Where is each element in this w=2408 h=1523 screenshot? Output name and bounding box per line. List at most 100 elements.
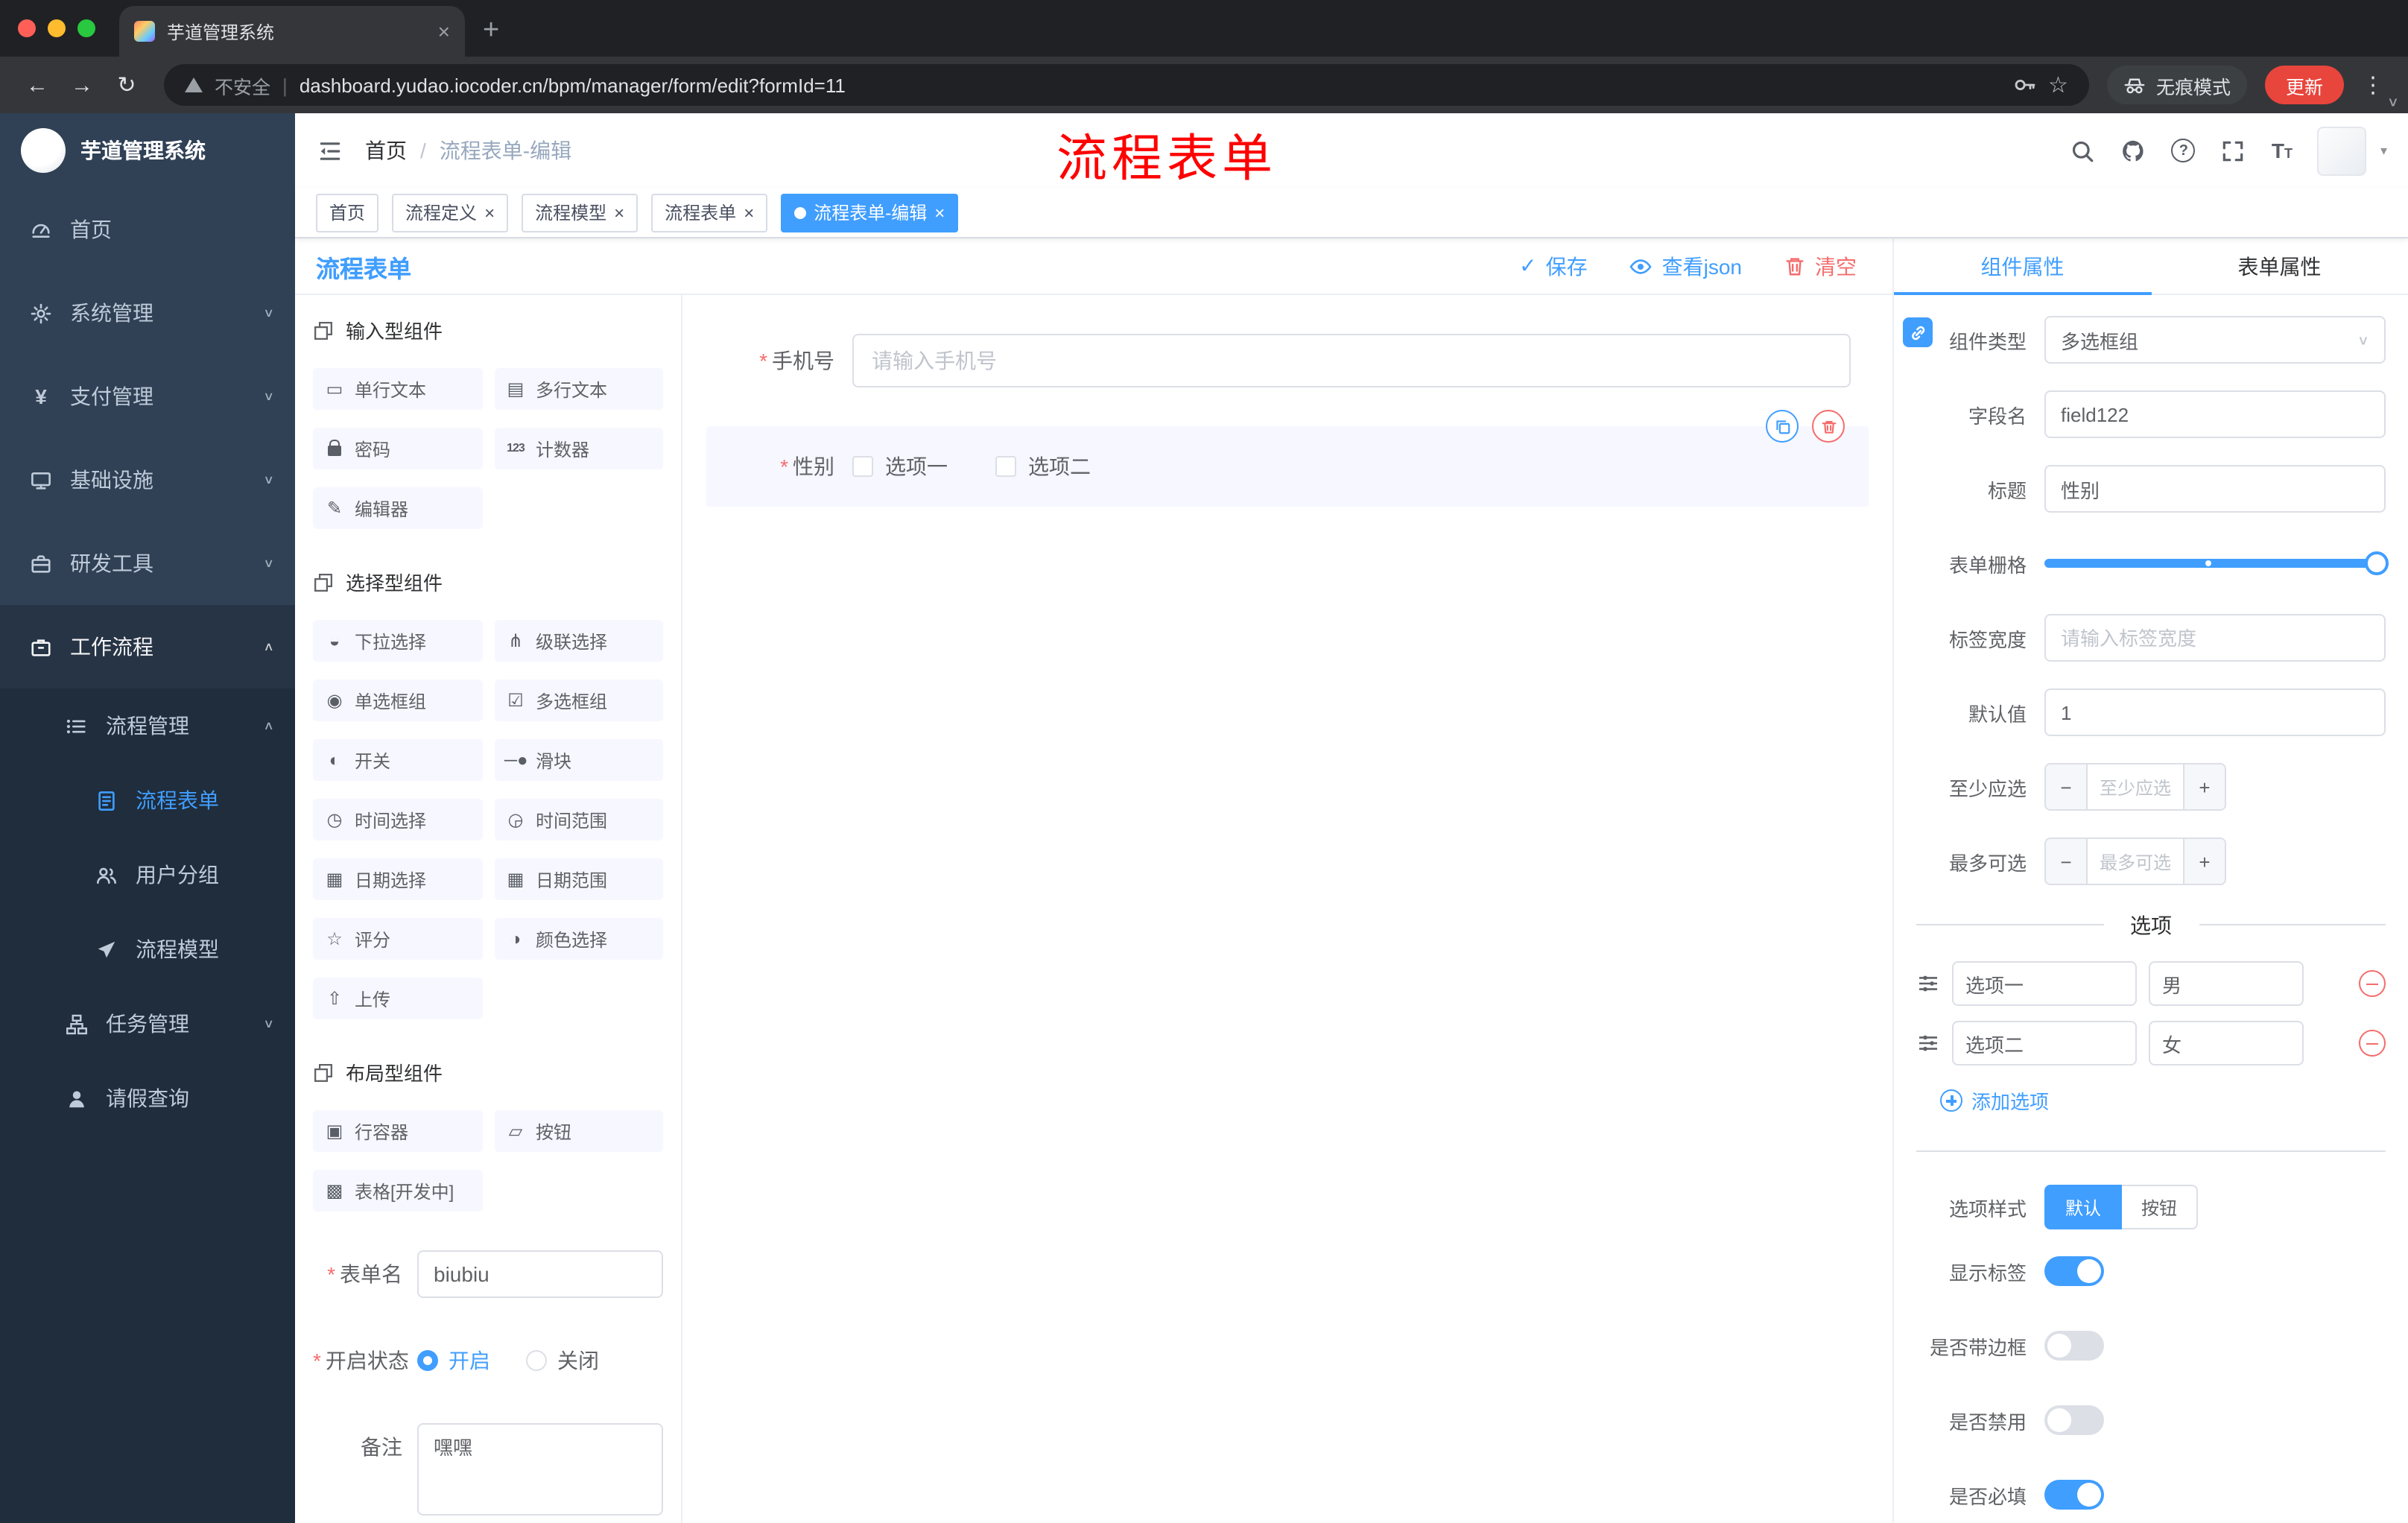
- palette-item-rate[interactable]: ☆ 评分: [313, 918, 482, 960]
- window-minimize-button[interactable]: [48, 19, 66, 37]
- component-type-select[interactable]: 多选框组 ∨: [2044, 316, 2386, 364]
- password-key-icon[interactable]: [2012, 73, 2036, 97]
- avatar-caret-icon[interactable]: ▾: [2380, 142, 2387, 159]
- gender-option-2[interactable]: 选项二: [995, 452, 1091, 481]
- min-select-value[interactable]: 至少应选: [2088, 764, 2183, 809]
- status-open-radio[interactable]: 开启: [417, 1337, 490, 1384]
- window-close-button[interactable]: [18, 19, 36, 37]
- palette-item-table[interactable]: ▩ 表格[开发中]: [313, 1170, 482, 1212]
- toolbar-chevron-icon[interactable]: ∨: [2387, 95, 2399, 110]
- back-button[interactable]: ←: [18, 72, 57, 98]
- sidebar-item-task-management[interactable]: 任务管理 ∨: [0, 987, 295, 1061]
- clear-button[interactable]: 清空: [1784, 251, 1857, 281]
- option-style-default-button[interactable]: 默认: [2044, 1185, 2123, 1229]
- field-name-input[interactable]: [2044, 390, 2386, 438]
- window-zoom-button[interactable]: [77, 19, 95, 37]
- sidebar-item-system[interactable]: 系统管理 ∨: [0, 271, 295, 355]
- tag-close-icon[interactable]: ×: [744, 203, 754, 221]
- tag-process-definition[interactable]: 流程定义 ×: [392, 193, 509, 232]
- status-closed-radio[interactable]: 关闭: [526, 1337, 599, 1384]
- max-select-value[interactable]: 最多可选: [2088, 839, 2183, 884]
- palette-item-rich-editor[interactable]: ✎ 编辑器: [313, 487, 482, 529]
- drag-handle-icon[interactable]: [1916, 1031, 1940, 1055]
- tag-process-model[interactable]: 流程模型 ×: [522, 193, 639, 232]
- help-icon[interactable]: ?: [2171, 139, 2196, 162]
- tab-close-icon[interactable]: ×: [438, 21, 450, 42]
- tag-close-icon[interactable]: ×: [934, 203, 945, 221]
- canvas-field-gender[interactable]: * 性别 选项一 选项二: [706, 410, 1869, 507]
- plus-button[interactable]: +: [2183, 839, 2225, 884]
- palette-item-checkbox-group[interactable]: ☑ 多选框组: [494, 680, 663, 721]
- tag-close-icon[interactable]: ×: [614, 203, 624, 221]
- disabled-switch[interactable]: [2044, 1405, 2104, 1435]
- remove-option-button-1[interactable]: [2359, 970, 2386, 997]
- bookmark-star-icon[interactable]: ☆: [2048, 72, 2068, 98]
- checkbox-icon[interactable]: [995, 456, 1016, 477]
- option-value-input-2[interactable]: [2149, 1021, 2304, 1066]
- sidebar-item-payment[interactable]: ¥ 支付管理 ∨: [0, 355, 295, 438]
- required-switch[interactable]: [2044, 1480, 2104, 1510]
- palette-item-multi-line-text[interactable]: ▤ 多行文本: [494, 368, 663, 410]
- palette-item-upload[interactable]: ⇧ 上传: [313, 978, 482, 1019]
- plus-button[interactable]: +: [2183, 764, 2225, 809]
- palette-item-switch[interactable]: ◐ 开关: [313, 739, 482, 781]
- tab-component-props[interactable]: 组件属性: [1894, 238, 2151, 295]
- border-switch[interactable]: [2044, 1331, 2104, 1361]
- fullscreen-icon[interactable]: [2221, 138, 2246, 163]
- palette-item-button[interactable]: ▱ 按钮: [494, 1110, 663, 1152]
- sidebar-item-dev-tools[interactable]: 研发工具 ∨: [0, 522, 295, 605]
- gender-option-1[interactable]: 选项一: [852, 452, 948, 481]
- palette-item-time-picker[interactable]: ◷ 时间选择: [313, 799, 482, 840]
- add-option-button[interactable]: 添加选项: [1940, 1086, 2386, 1115]
- drag-handle-icon[interactable]: [1916, 972, 1940, 995]
- checkbox-icon[interactable]: [852, 456, 873, 477]
- sidebar-item-workflow[interactable]: 工作流程 ∧: [0, 605, 295, 688]
- minus-button[interactable]: −: [2046, 839, 2088, 884]
- palette-item-date-range[interactable]: ▦ 日期范围: [494, 858, 663, 900]
- breadcrumb-home[interactable]: 首页: [365, 136, 407, 165]
- sidebar-logo[interactable]: 芋道管理系统: [0, 113, 295, 188]
- title-input[interactable]: [2044, 465, 2386, 513]
- link-icon[interactable]: [1903, 317, 1933, 347]
- address-bar[interactable]: 不安全 | dashboard.yudao.iocoder.cn/bpm/man…: [164, 64, 2089, 106]
- tab-form-props[interactable]: 表单属性: [2151, 238, 2408, 294]
- update-button[interactable]: 更新: [2264, 66, 2344, 104]
- copy-field-button[interactable]: [1766, 410, 1799, 443]
- form-remark-textarea[interactable]: 嘿嘿: [417, 1423, 663, 1516]
- palette-item-row-container[interactable]: ▣ 行容器: [313, 1110, 482, 1152]
- option-style-button-button[interactable]: 按钮: [2122, 1185, 2199, 1229]
- phone-input[interactable]: [852, 334, 1851, 387]
- new-tab-button[interactable]: +: [483, 16, 499, 45]
- remove-option-button-2[interactable]: [2359, 1030, 2386, 1057]
- tag-home[interactable]: 首页: [316, 193, 379, 232]
- save-button[interactable]: ✓ 保存: [1519, 251, 1587, 281]
- delete-field-button[interactable]: [1812, 410, 1845, 443]
- reload-button[interactable]: ↻: [107, 72, 146, 98]
- option-name-input-1[interactable]: [1952, 961, 2137, 1006]
- sidebar-item-infrastructure[interactable]: 基础设施 ∨: [0, 438, 295, 522]
- minus-button[interactable]: −: [2046, 764, 2088, 809]
- form-name-input[interactable]: [417, 1250, 663, 1298]
- sidebar-fold-icon[interactable]: [295, 138, 365, 163]
- user-avatar[interactable]: [2317, 126, 2367, 175]
- form-canvas[interactable]: * 手机号 请输入手机号 * 性别 选项一 选项二: [682, 295, 1892, 1523]
- form-grid-slider[interactable]: [2044, 551, 2389, 575]
- palette-item-color-picker[interactable]: ◑ 颜色选择: [494, 918, 663, 960]
- font-size-icon[interactable]: TT: [2272, 140, 2293, 161]
- palette-item-cascader[interactable]: ⋔ 级联选择: [494, 620, 663, 662]
- palette-item-radio-group[interactable]: ◉ 单选框组: [313, 680, 482, 721]
- label-width-input[interactable]: [2044, 614, 2386, 662]
- tag-close-icon[interactable]: ×: [484, 203, 495, 221]
- sidebar-item-user-groups[interactable]: 用户分组: [0, 838, 295, 912]
- browser-menu-icon[interactable]: ⋮: [2362, 72, 2384, 98]
- tag-process-form-edit[interactable]: 流程表单-编辑 ×: [781, 193, 959, 232]
- tag-process-form[interactable]: 流程表单 ×: [651, 193, 768, 232]
- view-json-button[interactable]: 查看json: [1629, 251, 1742, 281]
- sidebar-item-process-management[interactable]: 流程管理 ∧: [0, 688, 295, 763]
- palette-item-password[interactable]: 密码: [313, 428, 482, 469]
- palette-item-time-range[interactable]: ◶ 时间范围: [494, 799, 663, 840]
- canvas-field-phone[interactable]: * 手机号: [724, 334, 1851, 387]
- sidebar-item-process-model[interactable]: 流程模型: [0, 912, 295, 987]
- show-label-switch[interactable]: [2044, 1256, 2104, 1286]
- option-value-input-1[interactable]: [2149, 961, 2304, 1006]
